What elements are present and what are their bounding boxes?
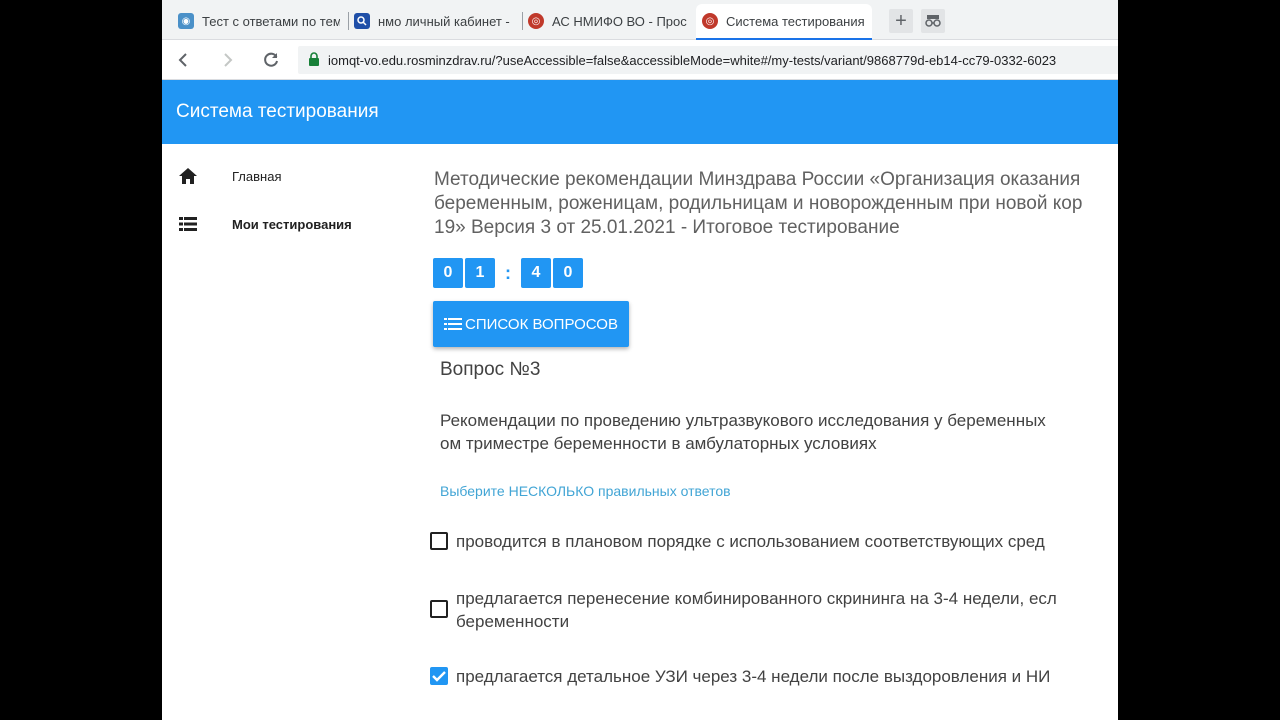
search-favicon-icon bbox=[354, 13, 370, 29]
sidebar-item-home[interactable]: Главная bbox=[162, 156, 402, 196]
app-header: Система тестирования bbox=[162, 80, 1118, 144]
list-icon bbox=[178, 214, 198, 234]
timer-digit: 4 bbox=[521, 258, 551, 288]
question-number: Вопрос №3 bbox=[440, 359, 541, 380]
sidebar-item-label: Главная bbox=[232, 168, 282, 184]
test-title-line: Методические рекомендации Минздрава Росс… bbox=[434, 169, 1081, 190]
new-tab-icon[interactable]: + bbox=[889, 9, 913, 33]
answer-text: предлагается перенесение комбинированног… bbox=[456, 587, 1057, 633]
tab-title: АС НМИФО ВО - Прос bbox=[552, 13, 687, 29]
question-list-button[interactable]: СПИСОК ВОПРОСОВ bbox=[433, 301, 629, 347]
tab-title: Тест с ответами по тем bbox=[202, 13, 340, 29]
tab-separator bbox=[348, 12, 349, 30]
browser-address-bar: iomqt-vo.edu.rosminzdrav.ru/?useAccessib… bbox=[162, 40, 1118, 80]
app-title: Система тестирования bbox=[176, 101, 379, 122]
answer-checkbox-checked[interactable] bbox=[430, 667, 448, 685]
test-title-line: беременным, роженицам, родильницам и нов… bbox=[434, 193, 1083, 214]
tab-title: нмо личный кабинет - bbox=[378, 13, 510, 29]
nmifo-favicon-icon: ◎ bbox=[528, 13, 544, 29]
answer-checkbox[interactable] bbox=[430, 600, 448, 618]
timer-digit: 0 bbox=[433, 258, 463, 288]
question-list-label: СПИСОК ВОПРОСОВ bbox=[465, 315, 618, 333]
answer-option[interactable]: предлагается детальное УЗИ через 3-4 нед… bbox=[430, 665, 1118, 688]
browser-viewport: ◉ Тест с ответами по тем нмо личный каби… bbox=[162, 0, 1118, 720]
tab-title: Система тестирования bbox=[726, 13, 865, 29]
answer-text-line: предлагается перенесение комбинированног… bbox=[456, 589, 1057, 608]
browser-tab[interactable]: ◎ АС НМИФО ВО - Прос bbox=[528, 8, 688, 34]
browser-tab[interactable]: нмо личный кабинет - bbox=[354, 8, 514, 34]
timer-digit: 1 bbox=[465, 258, 495, 288]
home-icon bbox=[178, 166, 198, 186]
checkmark-icon bbox=[432, 671, 446, 682]
lock-icon bbox=[308, 51, 320, 69]
timer-separator: : bbox=[505, 262, 511, 283]
answer-text: проводится в плановом порядке с использо… bbox=[456, 532, 1045, 551]
answer-hint: Выберите НЕСКОЛЬКО правильных ответов bbox=[440, 483, 731, 499]
question-text: Рекомендации по проведению ультразвуково… bbox=[440, 409, 1118, 455]
question-text-line: Рекомендации по проведению ультразвуково… bbox=[440, 411, 1046, 430]
site-favicon-icon: ◉ bbox=[178, 13, 194, 29]
answer-option[interactable]: проводится в плановом порядке с использо… bbox=[430, 530, 1118, 553]
answer-text-line: беременности bbox=[456, 612, 570, 631]
tab-separator bbox=[522, 12, 523, 30]
reload-icon[interactable] bbox=[259, 48, 283, 72]
url-input[interactable]: iomqt-vo.edu.rosminzdrav.ru/?useAccessib… bbox=[298, 46, 1118, 74]
url-text: iomqt-vo.edu.rosminzdrav.ru/?useAccessib… bbox=[328, 52, 1057, 68]
question-text-line: ом триместре беременности в амбулаторных… bbox=[440, 434, 877, 453]
browser-tab-active[interactable]: ◎ Система тестирования bbox=[696, 4, 872, 40]
test-title-line: 19» Версия 3 от 25.01.2021 - Итоговое те… bbox=[434, 217, 900, 238]
timer-digit: 0 bbox=[553, 258, 583, 288]
answer-text: предлагается детальное УЗИ через 3-4 нед… bbox=[456, 667, 1051, 686]
back-icon[interactable] bbox=[171, 48, 195, 72]
browser-tab-bar: ◉ Тест с ответами по тем нмо личный каби… bbox=[162, 0, 1118, 40]
list-icon bbox=[444, 318, 463, 330]
incognito-icon[interactable] bbox=[921, 9, 945, 33]
browser-tab[interactable]: ◉ Тест с ответами по тем bbox=[178, 8, 340, 34]
countdown-timer: 0 1 : 4 0 bbox=[433, 258, 585, 288]
nmifo-favicon-icon: ◎ bbox=[702, 13, 718, 29]
sidebar-item-label: Мои тестирования bbox=[232, 216, 352, 232]
answer-option[interactable]: предлагается перенесение комбинированног… bbox=[430, 587, 1118, 633]
test-title: Методические рекомендации Минздрава Росс… bbox=[434, 168, 1118, 240]
sidebar-item-my-tests[interactable]: Мои тестирования bbox=[162, 204, 402, 244]
forward-icon[interactable] bbox=[216, 48, 240, 72]
answer-checkbox[interactable] bbox=[430, 532, 448, 550]
